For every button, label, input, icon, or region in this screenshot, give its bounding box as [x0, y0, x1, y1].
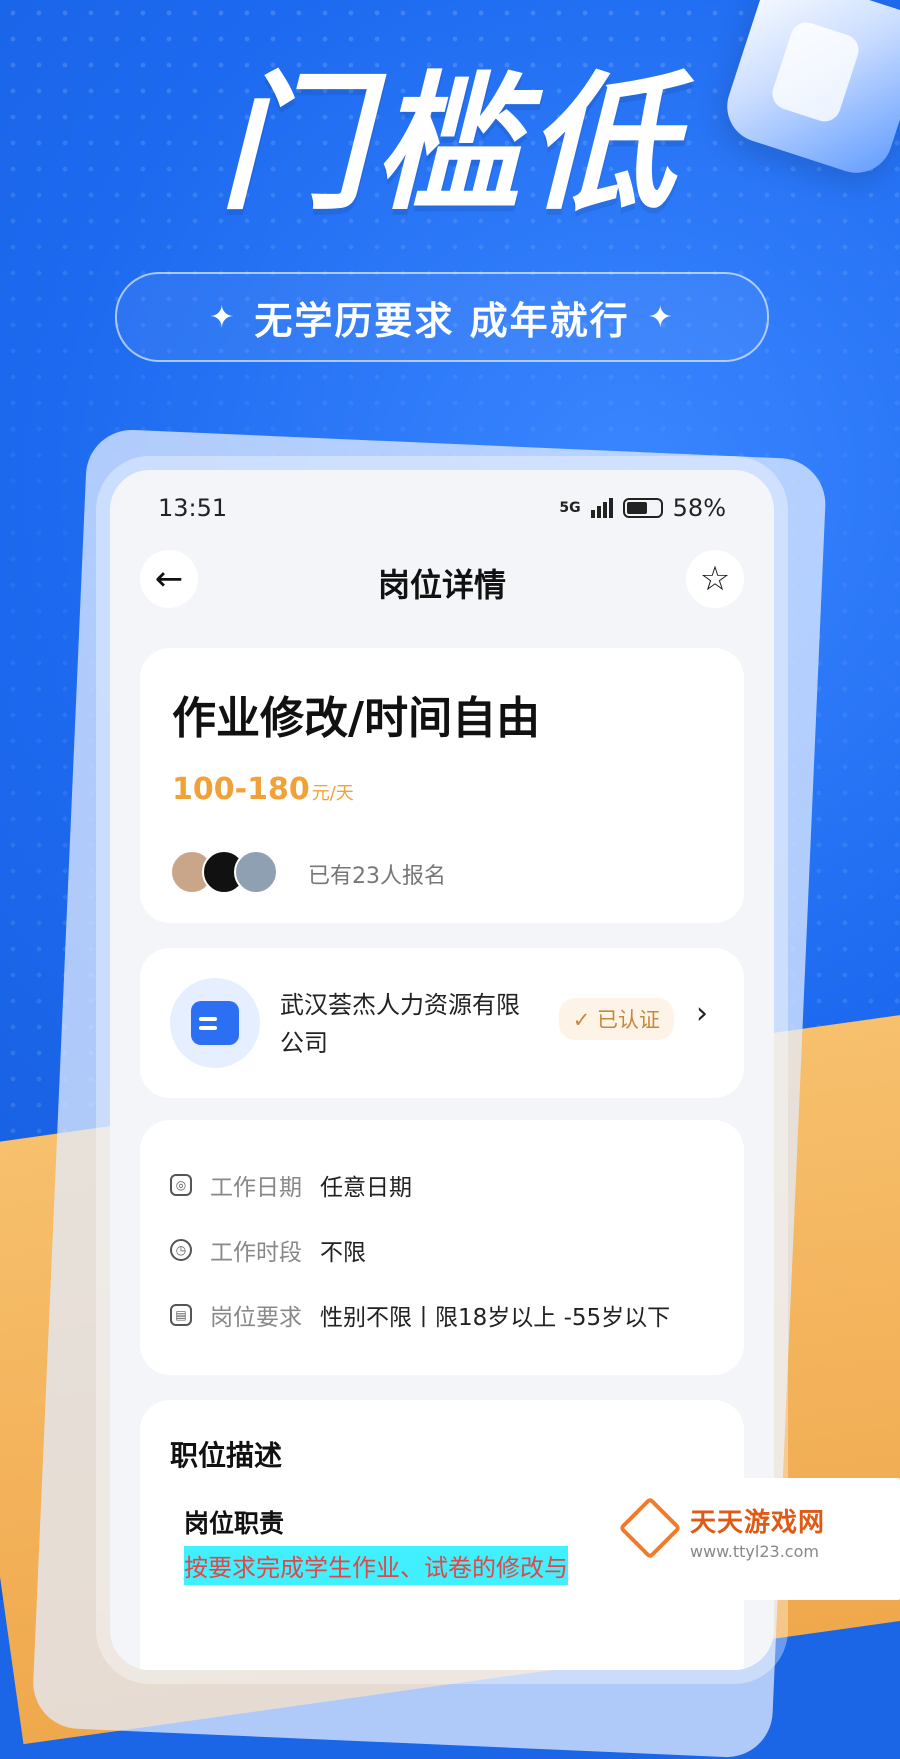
- detail-row-hours: ◷ 工作时段 不限: [170, 1233, 366, 1267]
- signup-count: 已有23人报名: [308, 864, 446, 889]
- network-label: 5G: [559, 500, 581, 516]
- status-time: 13:51: [158, 494, 228, 522]
- sparkle-icon: ✦: [647, 299, 675, 335]
- verified-badge: ✓ 已认证: [558, 998, 674, 1040]
- sparkle-icon: ✦: [209, 299, 237, 335]
- duty-text: 按要求完成学生作业、试卷的修改与: [184, 1546, 568, 1585]
- detail-value: 性别不限丨限18岁以上 -55岁以下: [320, 1305, 671, 1331]
- job-title: 作业修改/时间自由: [172, 693, 541, 744]
- duty-title: 岗位职责: [184, 1509, 285, 1538]
- description-title: 职位描述: [170, 1439, 283, 1472]
- detail-label: 岗位要求: [210, 1305, 302, 1331]
- clock-icon: ◷: [170, 1239, 192, 1261]
- status-bar: 13:51 5G 58%: [110, 470, 774, 546]
- hero-subtitle-pill: ✦ 无学历要求 成年就行 ✦: [115, 272, 769, 362]
- company-name: 武汉荟杰人力资源有限公司: [280, 991, 520, 1057]
- detail-label: 工作时段: [210, 1240, 302, 1266]
- detail-row-date: ◎ 工作日期 任意日期: [170, 1168, 412, 1202]
- battery-percent: 58%: [672, 494, 726, 522]
- job-details-card: ◎ 工作日期 任意日期 ◷ 工作时段 不限 ▤ 岗位要求 性别不限丨限18岁以上…: [140, 1120, 744, 1375]
- watermark: 天天游戏网 www.ttyl23.com: [612, 1478, 900, 1600]
- watermark-name: 天天游戏网: [690, 1508, 826, 1538]
- hero-title: 门槛低: [219, 58, 681, 230]
- calendar-tag-icon: ◎: [170, 1174, 192, 1196]
- page-title: 岗位详情: [377, 566, 506, 604]
- site-logo-icon: [618, 1496, 682, 1560]
- job-summary-card: 作业修改/时间自由 100-180 元/天 已有23人报名: [140, 648, 744, 923]
- watermark-url: www.ttyl23.com: [690, 1542, 819, 1561]
- favorite-button[interactable]: ☆: [686, 550, 744, 608]
- hero-subtitle: 无学历要求 成年就行: [254, 298, 630, 343]
- signal-icon: [590, 498, 613, 518]
- avatar: [234, 850, 278, 894]
- applicant-avatars: [170, 850, 290, 894]
- chevron-right-icon[interactable]: ›: [696, 996, 708, 1031]
- salary-unit: 元/天: [311, 783, 354, 804]
- company-logo: [170, 978, 260, 1068]
- detail-value: 任意日期: [320, 1175, 412, 1201]
- document-icon: [191, 1001, 239, 1045]
- detail-row-requirement: ▤ 岗位要求 性别不限丨限18岁以上 -55岁以下: [170, 1298, 670, 1332]
- calendar-icon: ▤: [170, 1304, 192, 1326]
- star-icon: ☆: [699, 559, 731, 599]
- status-icons: 5G 58%: [559, 494, 726, 522]
- battery-icon: [622, 498, 663, 518]
- salary-range: 100-180: [172, 772, 310, 807]
- company-card[interactable]: 武汉荟杰人力资源有限公司 ✓ 已认证 ›: [140, 948, 744, 1098]
- nav-bar: ← 岗位详情 ☆: [110, 546, 774, 642]
- detail-label: 工作日期: [210, 1175, 302, 1201]
- detail-value: 不限: [320, 1240, 366, 1266]
- salary: 100-180 元/天: [172, 772, 354, 807]
